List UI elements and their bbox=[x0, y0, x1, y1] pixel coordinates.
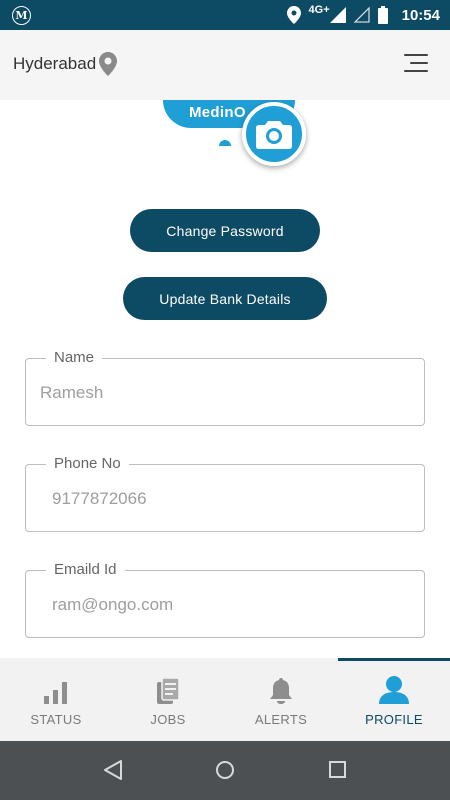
email-field-value[interactable]: ram@ongo.com bbox=[52, 595, 173, 615]
phone-field-value[interactable]: 9177872066 bbox=[52, 489, 147, 509]
city-name[interactable]: Hyderabad bbox=[13, 54, 96, 74]
app-header: Hyderabad bbox=[0, 30, 450, 100]
name-field-value[interactable]: Ramesh bbox=[40, 383, 103, 403]
bar-chart-icon bbox=[43, 678, 69, 704]
signal-icon bbox=[329, 7, 346, 23]
tab-profile[interactable]: PROFILE bbox=[338, 658, 450, 741]
name-field-label: Name bbox=[46, 349, 103, 367]
banner-decoration bbox=[219, 140, 231, 146]
tab-jobs-label: JOBS bbox=[150, 712, 186, 727]
bell-icon bbox=[270, 678, 292, 704]
phone-field-label: Phone No bbox=[46, 455, 129, 473]
email-field[interactable]: Emaild Id ram@ongo.com bbox=[25, 561, 425, 638]
system-navigation-bar bbox=[0, 741, 450, 800]
change-photo-button[interactable] bbox=[242, 102, 306, 166]
phone-field[interactable]: Phone No 9177872066 bbox=[25, 455, 425, 532]
profile-screen: M 4G+ 10:54 Hyderabad MedinO Change Pass… bbox=[0, 0, 450, 800]
clock: 10:54 bbox=[401, 6, 440, 24]
bottom-tab-bar: STATUS JOBS ALERTS PROFILE bbox=[0, 658, 450, 741]
tab-profile-label: PROFILE bbox=[365, 712, 423, 727]
documents-icon bbox=[157, 678, 179, 704]
battery-icon bbox=[377, 6, 388, 24]
tab-jobs[interactable]: JOBS bbox=[112, 658, 224, 741]
tab-alerts-label: ALERTS bbox=[254, 712, 308, 727]
brand-logo-text: MedinO bbox=[189, 104, 246, 121]
location-pin-icon[interactable] bbox=[99, 52, 117, 76]
email-field-label: Emaild Id bbox=[46, 561, 125, 579]
name-field[interactable]: Name Ramesh bbox=[25, 349, 425, 426]
hamburger-menu-icon[interactable] bbox=[400, 54, 428, 78]
location-status-icon bbox=[286, 6, 301, 24]
recents-icon[interactable] bbox=[328, 759, 348, 781]
person-icon bbox=[379, 676, 409, 704]
back-icon[interactable] bbox=[103, 759, 123, 781]
camera-icon bbox=[256, 121, 292, 149]
status-bar: M 4G+ 10:54 bbox=[0, 0, 450, 30]
network-type-label: 4G+ bbox=[308, 4, 330, 16]
home-icon[interactable] bbox=[215, 759, 235, 781]
update-bank-details-button[interactable]: Update Bank Details bbox=[123, 277, 327, 320]
status-icons: 4G+ 10:54 bbox=[286, 0, 440, 30]
tab-status-label: STATUS bbox=[30, 712, 82, 727]
tab-alerts[interactable]: ALERTS bbox=[225, 658, 337, 741]
change-password-button[interactable]: Change Password bbox=[130, 209, 320, 252]
app-notification-icon: M bbox=[12, 6, 31, 25]
wifi-off-icon bbox=[353, 7, 370, 23]
tab-status[interactable]: STATUS bbox=[0, 658, 112, 741]
